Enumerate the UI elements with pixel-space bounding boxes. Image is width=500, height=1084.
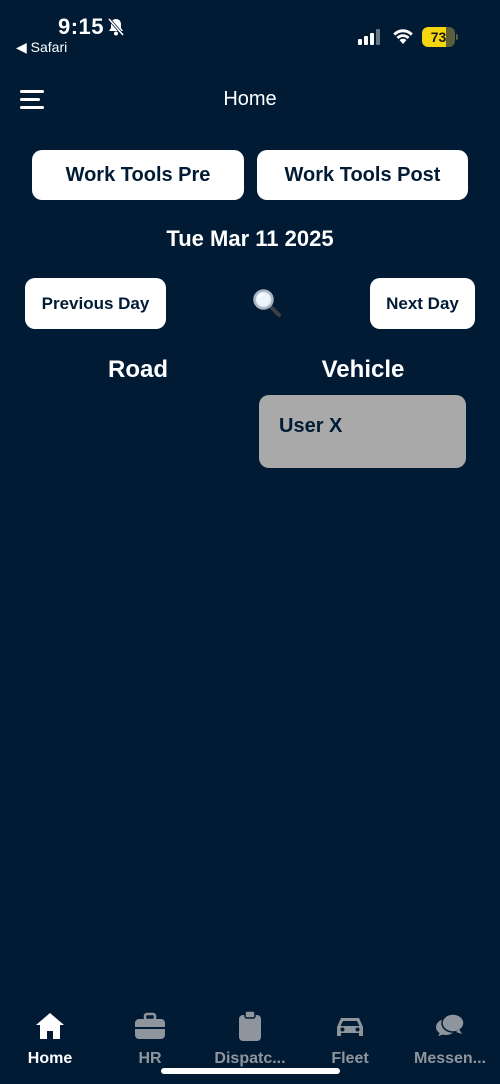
tab-home[interactable]: Home <box>0 1000 100 1080</box>
cellular-signal-icon <box>358 29 380 45</box>
battery-icon: 73 <box>422 27 458 47</box>
magnifying-glass-icon[interactable] <box>252 288 282 318</box>
tab-home-label: Home <box>27 1050 73 1067</box>
tab-messenger[interactable]: Messen... <box>400 1000 500 1080</box>
bell-slash-icon <box>107 18 125 36</box>
current-date: Tue Mar 11 2025 <box>166 226 334 251</box>
vehicle-column-header: Vehicle <box>321 356 405 383</box>
work-tools-post-button[interactable]: Work Tools Post <box>257 150 468 200</box>
tab-messenger-label: Messen... <box>413 1050 487 1067</box>
tab-dispatch-label: Dispatc... <box>214 1050 286 1067</box>
briefcase-icon <box>135 1012 165 1039</box>
status-time: 9:15 <box>58 14 105 39</box>
user-card-label: User X <box>279 415 343 437</box>
vehicle-user-card[interactable]: User X <box>259 395 466 468</box>
clipboard-icon <box>239 1010 261 1041</box>
work-tools-pre-button[interactable]: Work Tools Pre <box>32 150 244 200</box>
wifi-icon <box>393 29 413 44</box>
chat-bubbles-icon <box>436 1013 465 1036</box>
next-day-button[interactable]: Next Day <box>370 278 475 329</box>
tab-hr-label: HR <box>138 1050 162 1067</box>
car-icon <box>337 1018 363 1036</box>
previous-day-button[interactable]: Previous Day <box>25 278 166 329</box>
back-to-safari-link[interactable]: ◀ Safari <box>16 39 67 56</box>
road-column-header: Road <box>108 356 168 383</box>
home-icon <box>36 1013 64 1039</box>
page-title: Home <box>223 88 277 110</box>
home-indicator[interactable] <box>161 1068 340 1074</box>
battery-level: 73 <box>430 29 447 45</box>
tab-fleet-label: Fleet <box>331 1050 369 1067</box>
status-bar: 9:15 ◀ Safari 73 <box>0 0 500 60</box>
